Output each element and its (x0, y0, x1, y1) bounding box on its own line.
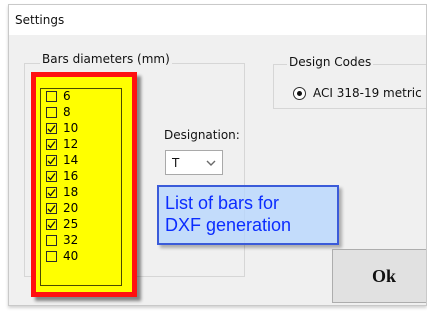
design-code-radio[interactable] (293, 86, 306, 100)
bar-item-6[interactable]: 6 (46, 89, 116, 103)
bar-item-32[interactable]: 32 (46, 233, 116, 247)
check-icon (47, 188, 56, 196)
bar-label: 14 (63, 153, 79, 167)
bar-checkbox[interactable] (46, 218, 57, 230)
bar-label: 12 (63, 137, 79, 151)
bar-checkbox[interactable] (46, 122, 57, 134)
window-title: Settings (15, 13, 65, 27)
ok-button[interactable]: Ok (332, 249, 426, 303)
bar-label: 25 (63, 217, 79, 231)
callout-note: List of bars for DXF generation (157, 185, 339, 245)
design-code-option-label: ACI 318-19 metric (313, 86, 422, 100)
settings-window: Settings Bars diameters (mm) Design Code… (8, 4, 427, 306)
bar-checkbox[interactable] (46, 170, 57, 182)
check-icon (47, 204, 56, 212)
bar-label: 16 (63, 169, 79, 183)
bar-checkbox[interactable] (46, 234, 57, 246)
bar-label: 20 (63, 201, 79, 215)
bar-label: 8 (63, 105, 71, 119)
chevron-down-icon (206, 157, 216, 167)
title-bar: Settings (9, 5, 426, 35)
bar-item-20[interactable]: 20 (46, 201, 116, 215)
designation-value: T (172, 155, 180, 170)
bar-checkbox[interactable] (46, 154, 57, 166)
bar-label: 6 (63, 89, 71, 103)
bar-item-25[interactable]: 25 (46, 217, 116, 231)
bar-checkbox[interactable] (46, 250, 57, 262)
designation-select[interactable]: T (165, 150, 223, 175)
check-icon (47, 220, 56, 228)
bar-item-16[interactable]: 16 (46, 169, 116, 183)
bar-item-18[interactable]: 18 (46, 185, 116, 199)
bars-checklist: 6 8 10 12 14 16 18 20 25 32 40 (40, 88, 122, 286)
bar-item-14[interactable]: 14 (46, 153, 116, 167)
radio-selected-dot (297, 90, 302, 96)
callout-text: List of bars for DXF generation (165, 193, 292, 235)
designation-label: Designation: (164, 128, 240, 142)
bar-item-12[interactable]: 12 (46, 137, 116, 151)
bar-checkbox[interactable] (46, 138, 57, 150)
bar-label: 10 (63, 121, 79, 135)
bars-diameters-label: Bars diameters (mm) (40, 52, 172, 66)
bar-checkbox[interactable] (46, 90, 57, 102)
check-icon (47, 172, 56, 180)
bars-highlight-box: 6 8 10 12 14 16 18 20 25 32 40 (31, 72, 137, 297)
design-code-radio-row[interactable]: ACI 318-19 metric (293, 85, 422, 101)
bar-checkbox[interactable] (46, 106, 57, 118)
bar-checkbox[interactable] (46, 202, 57, 214)
bar-item-10[interactable]: 10 (46, 121, 116, 135)
check-icon (47, 140, 56, 148)
bar-item-40[interactable]: 40 (46, 249, 116, 263)
bar-checkbox[interactable] (46, 186, 57, 198)
bar-label: 18 (63, 185, 79, 199)
check-icon (47, 124, 56, 132)
design-codes-label: Design Codes (287, 55, 374, 69)
bar-item-8[interactable]: 8 (46, 105, 116, 119)
bar-label: 32 (63, 233, 79, 247)
bar-label: 40 (63, 249, 79, 263)
check-icon (47, 156, 56, 164)
